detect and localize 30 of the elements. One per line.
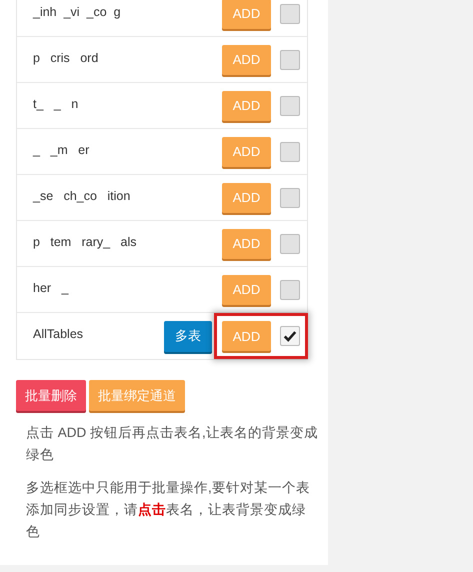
- table-name[interactable]: _ _m er: [33, 142, 222, 156]
- table-name[interactable]: AllTables: [33, 327, 164, 341]
- batch-bind-button[interactable]: 批量绑定通道: [89, 380, 185, 411]
- checkbox[interactable]: [280, 234, 300, 254]
- table-name[interactable]: _inh _vi _co g: [33, 4, 222, 18]
- add-button[interactable]: ADD: [222, 182, 271, 212]
- add-button[interactable]: ADD: [222, 136, 271, 166]
- multi-table-button[interactable]: 多表: [164, 320, 212, 352]
- hint-text: 多选框选中只能用于批量操作,要针对某一个表添加同步设置，请点击表名，让表背景变成绿色: [26, 479, 311, 541]
- table-name[interactable]: p cris ord: [33, 50, 222, 64]
- checkbox[interactable]: [280, 96, 300, 116]
- checkbox[interactable]: [280, 142, 300, 162]
- add-button[interactable]: ADD: [222, 321, 271, 351]
- add-button[interactable]: ADD: [222, 228, 271, 258]
- checkbox[interactable]: [280, 280, 300, 300]
- add-button[interactable]: ADD: [222, 274, 271, 304]
- add-button[interactable]: ADD: [222, 44, 271, 74]
- checkbox[interactable]: [280, 326, 300, 346]
- table-name[interactable]: _se ch_co ition: [33, 188, 222, 202]
- hint-text: 点击 ADD 按钮后再点击表名,让表名的背景变成绿色: [26, 424, 318, 464]
- table-name[interactable]: her _: [33, 280, 222, 294]
- add-button[interactable]: ADD: [222, 90, 271, 120]
- checkbox[interactable]: [280, 4, 300, 24]
- table-name[interactable]: p tem rary_ als: [33, 234, 222, 248]
- checkbox[interactable]: [280, 188, 300, 208]
- batch-delete-button[interactable]: 批量删除: [16, 380, 86, 411]
- checkmark-icon: [283, 329, 297, 343]
- checkbox[interactable]: [280, 50, 300, 70]
- table-name[interactable]: t_ _ n: [33, 96, 222, 110]
- add-button[interactable]: ADD: [222, 0, 271, 28]
